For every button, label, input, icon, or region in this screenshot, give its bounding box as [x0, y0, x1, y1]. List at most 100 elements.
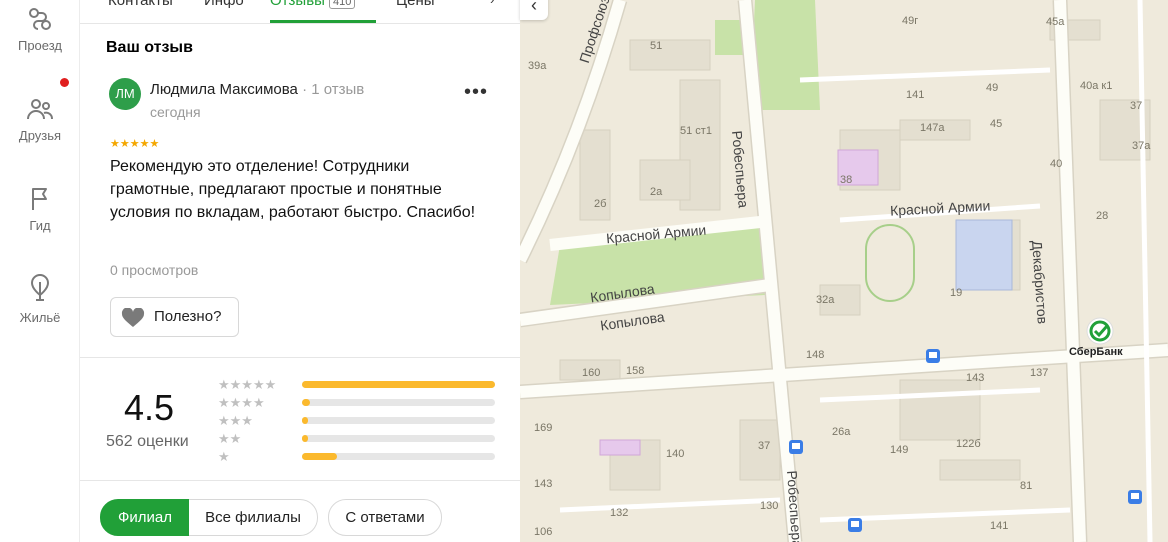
rating-row-stars: ★★★ [218, 413, 253, 428]
tab-contacts[interactable]: Контакты [108, 0, 173, 9]
building-number: 45а [1046, 16, 1065, 28]
collapse-panel-button[interactable]: ‹ [520, 0, 548, 20]
filter-branch-button[interactable]: Филиал [100, 499, 190, 536]
rating-bar [302, 453, 495, 460]
building-number: 141 [906, 89, 925, 101]
building-number: 149 [890, 444, 909, 456]
notification-dot [60, 78, 69, 87]
tab-reviews-label: Отзывы [270, 0, 325, 9]
flag-icon [32, 188, 47, 210]
bus-stop-icon[interactable] [926, 349, 940, 363]
rail-label-route: Проезд [17, 38, 62, 53]
filter-all-branches-button[interactable]: Все филиалы [189, 499, 318, 536]
building-number: 2а [650, 186, 663, 198]
rail-label-guide: Гид [29, 218, 51, 233]
review-text: Рекомендую это отделение! Сотрудники гра… [110, 158, 476, 221]
building-number: 122б [956, 438, 981, 450]
building-number: 19 [950, 287, 963, 299]
building-number: 37а [1132, 140, 1151, 152]
building-number: 160 [582, 367, 601, 379]
rail-item-friends[interactable]: Друзья [0, 96, 80, 143]
building-number: 147а [920, 122, 945, 134]
building-number: 81 [1020, 480, 1033, 492]
author-name[interactable]: Людмила Максимова [150, 81, 298, 98]
rating-row-stars: ★★ [218, 431, 242, 446]
building-number: 28 [1096, 210, 1109, 222]
rating-bar-fill [302, 381, 495, 388]
building-number: 130 [760, 500, 779, 512]
review-date: сегодня [150, 104, 201, 120]
rating-row-stars: ★★★★★ [218, 377, 277, 392]
bus-stop-icon[interactable] [848, 518, 862, 532]
building-number: 106 [534, 526, 553, 538]
building-number: 141 [990, 520, 1009, 532]
useful-label: Полезно? [154, 308, 222, 325]
reviews-panel: Контакты Инфо Отзывы410 Цены › Ваш отзыв… [80, 0, 520, 542]
building-number: 32а [816, 294, 835, 306]
housing-icon [30, 273, 50, 301]
route-icon [29, 8, 51, 30]
map-canvas[interactable] [520, 0, 1168, 542]
divider [80, 480, 520, 481]
building-number: 45 [990, 118, 1003, 130]
friends-icon [27, 99, 53, 120]
tab-reviews[interactable]: Отзывы 410 [270, 0, 356, 9]
more-options-button[interactable]: ••• [464, 82, 488, 102]
rating-bar [302, 399, 495, 406]
building-number: 137 [1030, 367, 1049, 379]
building-number: 132 [610, 507, 629, 519]
rail-item-guide[interactable]: Гид [0, 186, 80, 233]
building-number: 38 [840, 174, 853, 186]
building-number: 169 [534, 422, 553, 434]
rating-bar-fill [302, 435, 308, 442]
rating-bar-fill [302, 453, 337, 460]
rating-bar [302, 417, 495, 424]
reviews-count-badge: 410 [328, 0, 356, 9]
average-rating: 4.5 [124, 387, 175, 428]
building-number: 51 [650, 40, 663, 52]
sberbank-marker-icon[interactable] [1085, 316, 1115, 346]
ratings-count: 562 оценки [106, 433, 189, 450]
building-number: 51 ст1 [680, 125, 712, 137]
tab-prices[interactable]: Цены [396, 0, 435, 9]
building-number: 40 [1050, 158, 1063, 170]
rating-bar [302, 381, 495, 388]
rail-label-friends: Друзья [18, 128, 62, 143]
building-number: 37 [758, 440, 771, 452]
useful-button[interactable]: Полезно? [110, 297, 239, 337]
building-number: 49г [902, 15, 919, 27]
review-stars: ★★★★★ [110, 138, 160, 150]
building-number: 143 [534, 478, 553, 490]
rating-row-stars: ★★★★ [218, 395, 265, 410]
rail-item-route[interactable]: Проезд [0, 6, 80, 53]
avatar[interactable]: ЛМ [109, 78, 141, 110]
review-author: Людмила Максимова · 1 отзыв [150, 81, 364, 98]
building-number: 158 [626, 365, 645, 377]
rail-item-housing[interactable]: Жильё [0, 272, 80, 325]
rating-bar-fill [302, 399, 310, 406]
map[interactable]: Профсоюзов Робеспьера Красной Армии Крас… [520, 0, 1168, 542]
building-number: 143 [966, 372, 985, 384]
bus-stop-icon[interactable] [789, 440, 803, 454]
building-number: 26а [832, 426, 851, 438]
bus-stop-icon[interactable] [1128, 490, 1142, 504]
active-tab-indicator [270, 20, 376, 23]
rating-bar [302, 435, 495, 442]
rail-label-housing: Жильё [19, 310, 61, 325]
divider [80, 357, 520, 358]
review-views: 0 просмотров [110, 262, 199, 278]
rating-bar-fill [302, 417, 308, 424]
author-review-count: · 1 отзыв [302, 81, 365, 98]
tabs-scroll-right-icon[interactable]: › [490, 0, 494, 7]
building-number: 49 [986, 82, 999, 94]
poi-label[interactable]: СберБанк [1069, 346, 1123, 358]
building-number: 140 [666, 448, 685, 460]
building-number: 148 [806, 349, 825, 361]
heart-icon [121, 308, 145, 327]
filter-with-answers-button[interactable]: С ответами [328, 499, 442, 536]
tab-bar: Контакты Инфо Отзывы410 Цены › [80, 0, 520, 24]
building-number: 40а к1 [1080, 80, 1113, 92]
left-nav-rail: Проезд Друзья Гид Жильё [0, 0, 80, 542]
tab-info[interactable]: Инфо [204, 0, 244, 9]
building-number: 2б [594, 198, 607, 210]
